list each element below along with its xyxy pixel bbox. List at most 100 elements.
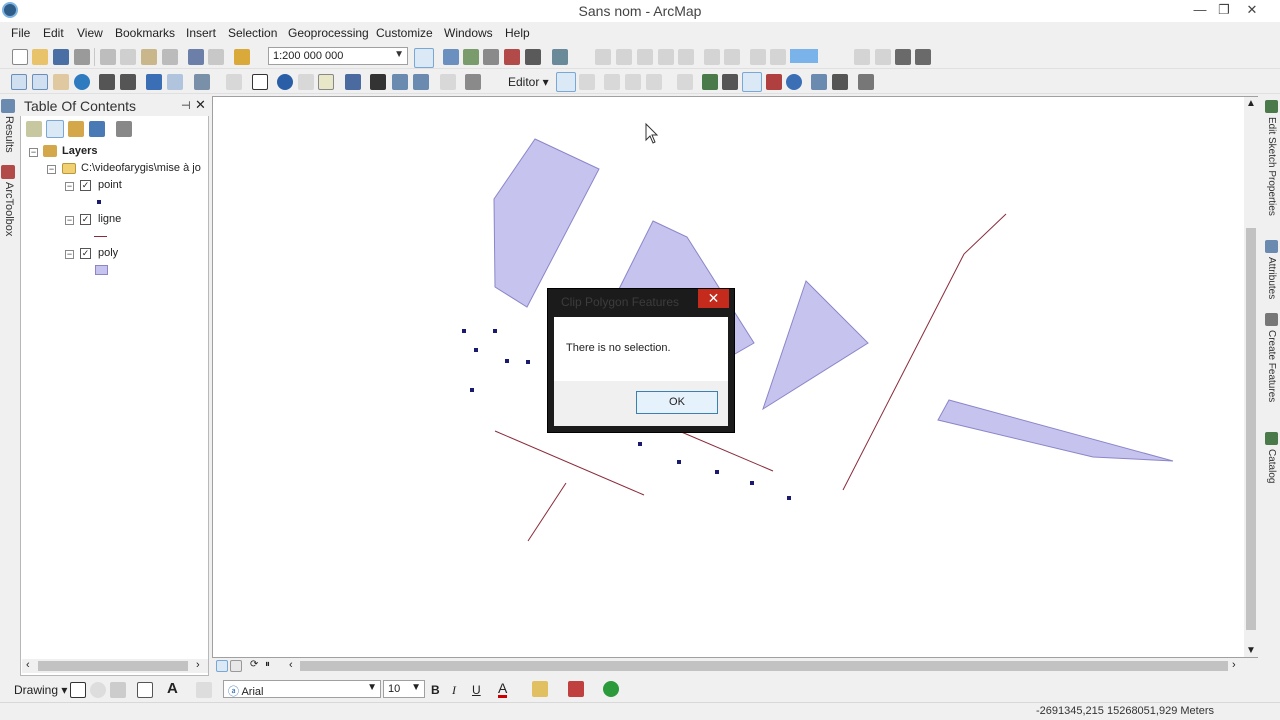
- clear-selection-icon[interactable]: [226, 74, 242, 90]
- redo-icon[interactable]: [208, 49, 224, 65]
- print-icon[interactable]: [74, 49, 90, 65]
- full-extent-layout-icon[interactable]: [658, 49, 674, 65]
- list-by-source-icon[interactable]: [46, 120, 64, 138]
- search-window-icon[interactable]: [483, 49, 499, 65]
- go-forward-extent-icon[interactable]: [770, 49, 786, 65]
- create-features-icon[interactable]: [858, 74, 874, 90]
- rotate-element-icon[interactable]: [90, 682, 106, 698]
- editor-toolbar-icon[interactable]: [414, 48, 434, 68]
- edit-vertices-icon[interactable]: [702, 74, 718, 90]
- edit-sketch-properties-tab[interactable]: Edit Sketch Properties: [1266, 117, 1277, 216]
- bold-button[interactable]: B: [431, 683, 440, 697]
- rotate-tool-icon[interactable]: [786, 74, 802, 90]
- map-display[interactable]: [212, 96, 1258, 658]
- collapse-point-icon[interactable]: −: [65, 182, 74, 191]
- scroll-right-icon[interactable]: ›: [196, 659, 200, 671]
- delete-icon[interactable]: [162, 49, 178, 65]
- menu-view[interactable]: View: [77, 26, 103, 40]
- forward-arrow-icon[interactable]: [167, 74, 183, 90]
- new-document-icon[interactable]: [12, 49, 28, 65]
- fixed-zoom-in-icon[interactable]: [99, 74, 115, 90]
- catalog-tab[interactable]: Catalog: [1266, 449, 1277, 483]
- marker-color-icon[interactable]: [603, 681, 619, 697]
- underline-button[interactable]: U: [472, 683, 481, 697]
- cut-polygons-icon[interactable]: [742, 72, 762, 92]
- polygon-symbol[interactable]: [95, 265, 108, 275]
- trace-icon[interactable]: [625, 74, 641, 90]
- collapse-ligne-icon[interactable]: −: [65, 216, 74, 225]
- zoom-out-icon[interactable]: [32, 74, 48, 90]
- toc-close-icon[interactable]: ✕: [195, 97, 206, 113]
- open-folder-icon[interactable]: [32, 49, 48, 65]
- layout-view-tab-icon[interactable]: [230, 660, 242, 672]
- collapse-folder-icon[interactable]: −: [47, 165, 56, 174]
- hyperlink-icon[interactable]: [298, 74, 314, 90]
- italic-button[interactable]: I: [452, 683, 456, 698]
- data-driven-pages-icon[interactable]: [915, 49, 931, 65]
- map-hscroll-thumb[interactable]: [300, 661, 1228, 671]
- select-elements-icon[interactable]: [70, 682, 86, 698]
- collapse-poly-icon[interactable]: −: [65, 250, 74, 259]
- menu-customize[interactable]: Customize: [376, 26, 433, 40]
- add-data-icon[interactable]: [234, 49, 250, 65]
- zoom-in-fixed-icon[interactable]: [595, 49, 611, 65]
- map-canvas[interactable]: [213, 97, 1259, 659]
- layers-group-label[interactable]: Layers: [62, 145, 97, 157]
- list-by-drawing-order-icon[interactable]: [26, 121, 42, 137]
- map-vscroll-thumb[interactable]: [1246, 228, 1256, 630]
- menu-geoprocessing[interactable]: Geoprocessing: [288, 26, 369, 40]
- map-scroll-left-icon[interactable]: ‹: [289, 659, 293, 671]
- font-size-dropdown[interactable]: 10 ▼: [383, 680, 425, 698]
- go-to-xy-icon[interactable]: [413, 74, 429, 90]
- ligne-layer-label[interactable]: ligne: [98, 213, 121, 225]
- split-line-icon[interactable]: [766, 74, 782, 90]
- pause-drawing-icon[interactable]: ⏸: [265, 659, 270, 670]
- layout-zoom-percent-field[interactable]: [790, 49, 818, 63]
- data-view-icon[interactable]: [216, 660, 228, 672]
- sketch-properties-tab-icon[interactable]: [1265, 100, 1278, 113]
- cut-icon[interactable]: [100, 49, 116, 65]
- find-binoculars-icon[interactable]: [370, 74, 386, 90]
- straight-segment-icon[interactable]: [604, 74, 620, 90]
- attributes-tab-icon[interactable]: [1265, 240, 1278, 253]
- catalog-tab-icon[interactable]: [1265, 432, 1278, 445]
- identify-icon[interactable]: [277, 74, 293, 90]
- select-elements-arrow-icon[interactable]: [252, 74, 268, 90]
- layout-view-icon[interactable]: [443, 49, 459, 65]
- split-tool-icon[interactable]: [677, 74, 693, 90]
- full-extent-globe-icon[interactable]: [74, 74, 90, 90]
- back-arrow-icon[interactable]: [146, 74, 162, 90]
- zoom-to-page-icon[interactable]: [724, 49, 740, 65]
- create-features-tab-icon[interactable]: [1265, 313, 1278, 326]
- arctoolbox-icon[interactable]: [504, 49, 520, 65]
- zoom-whole-page-icon[interactable]: [678, 49, 694, 65]
- scroll-down-icon[interactable]: ▼: [1246, 645, 1256, 656]
- pan-layout-icon[interactable]: [637, 49, 653, 65]
- point-layer-label[interactable]: point: [98, 179, 122, 191]
- open-time-slider-icon[interactable]: [440, 74, 456, 90]
- results-tab-icon[interactable]: [1, 99, 15, 113]
- select-features-icon[interactable]: [194, 74, 210, 90]
- reshape-feature-icon[interactable]: [722, 74, 738, 90]
- menu-edit[interactable]: Edit: [43, 26, 64, 40]
- poly-layer-label[interactable]: poly: [98, 247, 118, 259]
- ok-button[interactable]: OK: [636, 391, 718, 414]
- edit-tool-icon[interactable]: [556, 72, 576, 92]
- catalog-icon[interactable]: [463, 49, 479, 65]
- list-by-visibility-icon[interactable]: [68, 121, 84, 137]
- editor-menu-button[interactable]: Editor ▾: [508, 75, 549, 89]
- fill-color-icon[interactable]: [532, 681, 548, 697]
- scroll-left-icon[interactable]: ‹: [26, 659, 30, 671]
- find-route-icon[interactable]: [392, 74, 408, 90]
- change-layout-icon[interactable]: [895, 49, 911, 65]
- html-popup-icon[interactable]: [318, 74, 334, 90]
- sketch-properties-icon[interactable]: [832, 74, 848, 90]
- menu-insert[interactable]: Insert: [186, 26, 216, 40]
- refresh-icon[interactable]: ⟳: [250, 659, 258, 670]
- fixed-zoom-out-icon[interactable]: [120, 74, 136, 90]
- list-by-selection-icon[interactable]: [89, 121, 105, 137]
- menu-windows[interactable]: Windows: [444, 26, 493, 40]
- measure-icon[interactable]: [345, 74, 361, 90]
- ligne-layer-checkbox[interactable]: ✓: [80, 214, 91, 225]
- create-viewer-window-icon[interactable]: [465, 74, 481, 90]
